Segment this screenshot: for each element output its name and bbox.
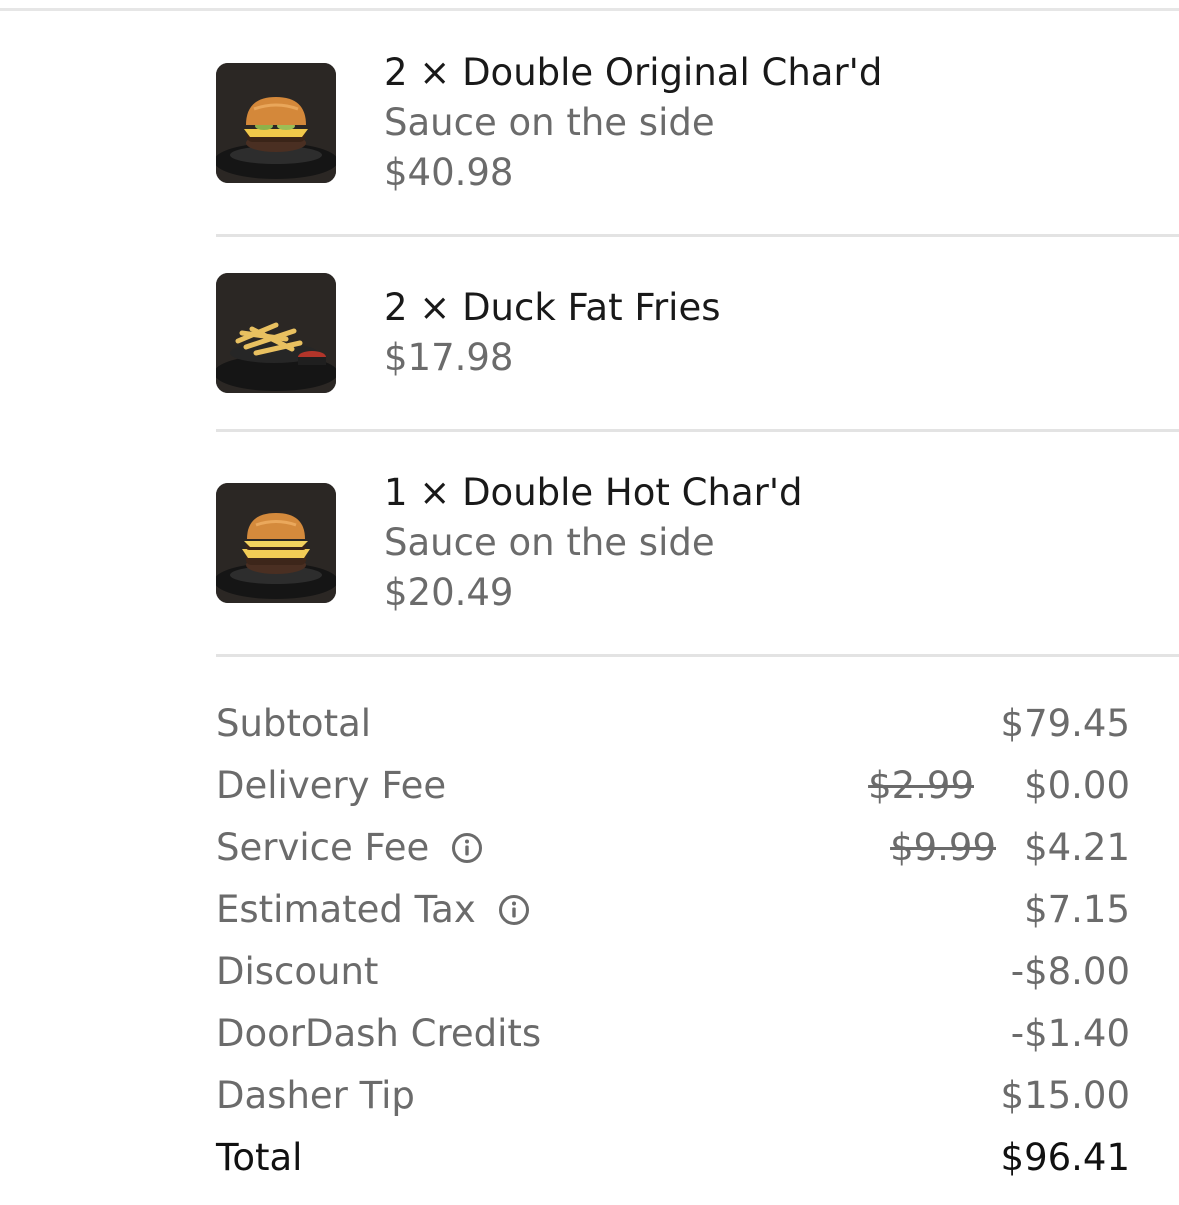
burger-photo-icon bbox=[216, 63, 336, 183]
order-summary: Subtotal $79.45 Delivery Fee $2.99 $0.00… bbox=[216, 696, 1130, 1192]
item-thumbnail bbox=[216, 273, 336, 393]
dasher-tip-label: Dasher Tip bbox=[216, 1074, 415, 1117]
summary-row-delivery-fee: Delivery Fee $2.99 $0.00 bbox=[216, 758, 1130, 820]
delivery-fee-value: $0.00 bbox=[1024, 764, 1130, 807]
discount-label: Discount bbox=[216, 950, 379, 993]
summary-row-dasher-tip: Dasher Tip $15.00 bbox=[216, 1068, 1130, 1130]
item-thumbnail bbox=[216, 483, 336, 603]
delivery-fee-original: $2.99 bbox=[868, 764, 974, 807]
estimated-tax-label: Estimated Tax bbox=[216, 888, 476, 931]
estimated-tax-value: $7.15 bbox=[1024, 888, 1130, 931]
subtotal-label: Subtotal bbox=[216, 702, 372, 745]
item-price: $40.98 bbox=[384, 151, 514, 194]
service-fee-value: $4.21 bbox=[1024, 826, 1130, 869]
total-value: $96.41 bbox=[1000, 1136, 1130, 1179]
order-item[interactable]: 2 × Duck Fat Fries $17.98 bbox=[216, 273, 1179, 403]
order-item[interactable]: 1 × Double Hot Char'd Sauce on the side … bbox=[216, 468, 1179, 628]
item-details: 1 × Double Hot Char'd Sauce on the side … bbox=[384, 468, 1164, 618]
info-icon[interactable] bbox=[498, 886, 530, 925]
dasher-tip-value: $15.00 bbox=[1000, 1074, 1130, 1117]
summary-row-service-fee: Service Fee $9.99 $4.21 bbox=[216, 820, 1130, 882]
item-details: 2 × Duck Fat Fries $17.98 bbox=[384, 283, 1164, 383]
order-item[interactable]: 2 × Double Original Char'd Sauce on the … bbox=[216, 48, 1179, 208]
item-title: 1 × Double Hot Char'd bbox=[384, 471, 803, 514]
delivery-fee-label: Delivery Fee bbox=[216, 764, 447, 807]
discount-value: -$8.00 bbox=[1010, 950, 1130, 993]
item-note: Sauce on the side bbox=[384, 521, 715, 564]
summary-row-estimated-tax: Estimated Tax $7.15 bbox=[216, 882, 1130, 944]
summary-row-discount: Discount -$8.00 bbox=[216, 944, 1130, 1006]
subtotal-value: $79.45 bbox=[1000, 702, 1130, 745]
item-note: Sauce on the side bbox=[384, 101, 715, 144]
item-price: $17.98 bbox=[384, 336, 514, 379]
info-icon[interactable] bbox=[451, 824, 483, 863]
item-divider bbox=[216, 234, 1179, 237]
fries-photo-icon bbox=[216, 273, 336, 393]
summary-row-subtotal: Subtotal $79.45 bbox=[216, 696, 1130, 758]
item-price: $20.49 bbox=[384, 571, 514, 614]
summary-row-credits: DoorDash Credits -$1.40 bbox=[216, 1006, 1130, 1068]
service-fee-label: Service Fee bbox=[216, 826, 430, 869]
summary-divider bbox=[216, 654, 1179, 657]
item-title: 2 × Duck Fat Fries bbox=[384, 286, 721, 329]
item-divider bbox=[216, 429, 1179, 432]
summary-row-total: Total $96.41 bbox=[216, 1130, 1130, 1192]
credits-value: -$1.40 bbox=[1010, 1012, 1130, 1055]
burger-photo-icon bbox=[216, 483, 336, 603]
item-details: 2 × Double Original Char'd Sauce on the … bbox=[384, 48, 1164, 198]
item-thumbnail bbox=[216, 63, 336, 183]
item-title: 2 × Double Original Char'd bbox=[384, 51, 883, 94]
total-label: Total bbox=[216, 1136, 303, 1179]
credits-label: DoorDash Credits bbox=[216, 1012, 542, 1055]
top-divider bbox=[0, 8, 1179, 11]
service-fee-original: $9.99 bbox=[890, 826, 996, 869]
